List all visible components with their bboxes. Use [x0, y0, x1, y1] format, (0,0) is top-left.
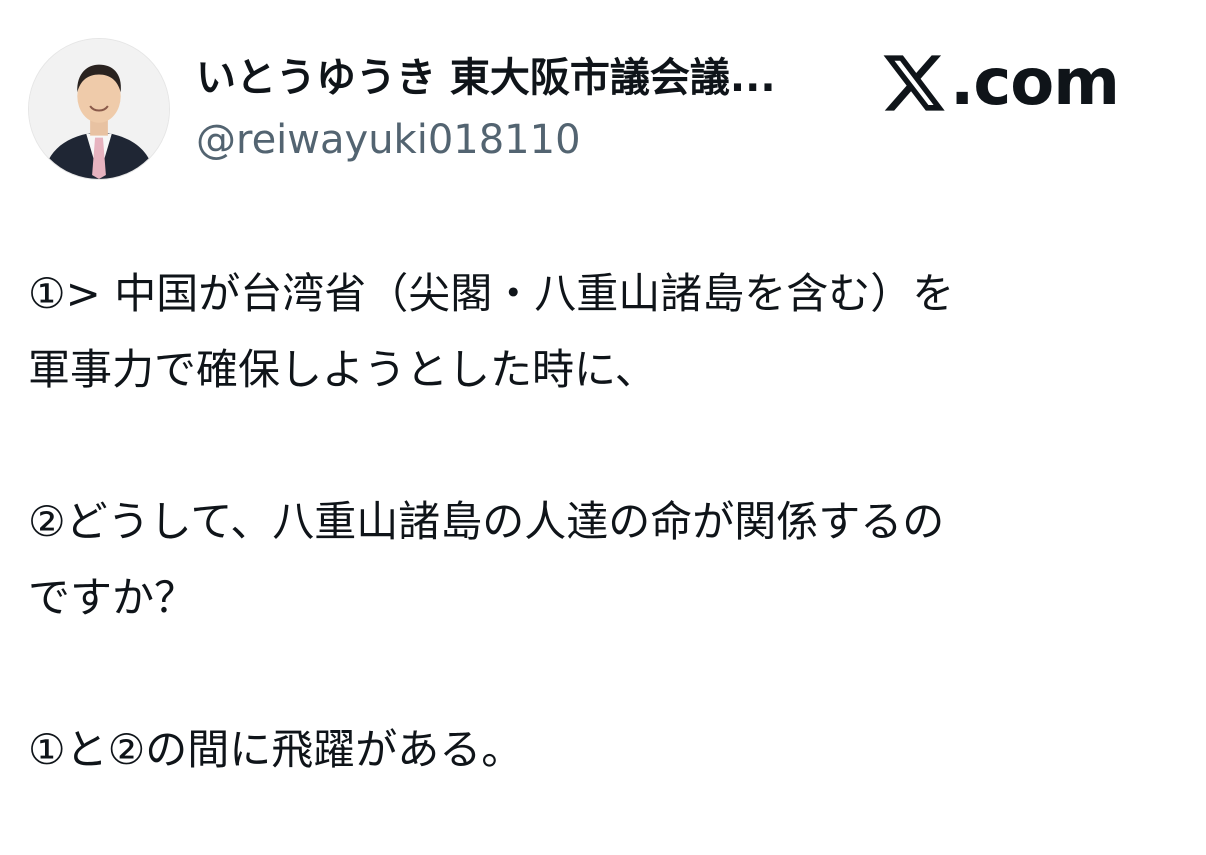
- tweet-line: ②どうして、八重山諸島の人達の命が関係するの: [28, 497, 945, 546]
- x-com-branding: .com: [880, 42, 1120, 124]
- avatar-photo: [29, 39, 169, 179]
- author-handle[interactable]: @reiwayuki018110: [196, 114, 581, 166]
- tweet-line: 軍事力で確保しようとした時に、: [28, 345, 657, 394]
- tweet-line: ①と②の間に飛躍がある。: [28, 725, 524, 774]
- x-logo-icon: [883, 55, 945, 111]
- avatar[interactable]: [28, 38, 170, 180]
- tweet-line: ①> 中国が台湾省（尖閣・八重山諸島を含む）を: [28, 269, 955, 318]
- tweet-line: ですか？: [28, 573, 197, 622]
- tweet-paragraph-1: ①> 中国が台湾省（尖閣・八重山諸島を含む）を 軍事力で確保しようとした時に、: [28, 256, 1188, 408]
- tweet-text: ①> 中国が台湾省（尖閣・八重山諸島を含む）を 軍事力で確保しようとした時に、 …: [28, 256, 1188, 788]
- tweet-paragraph-2: ②どうして、八重山諸島の人達の命が関係するの ですか？: [28, 484, 1188, 636]
- tweet-paragraph-3: ①と②の間に飛躍がある。: [28, 712, 1188, 788]
- brand-suffix: .com: [950, 46, 1120, 120]
- author-display-name[interactable]: いとうゆうき 東大阪市議会議...: [196, 52, 836, 104]
- tweet-header: いとうゆうき 東大阪市議会議... @reiwayuki018110 .com: [0, 0, 1206, 190]
